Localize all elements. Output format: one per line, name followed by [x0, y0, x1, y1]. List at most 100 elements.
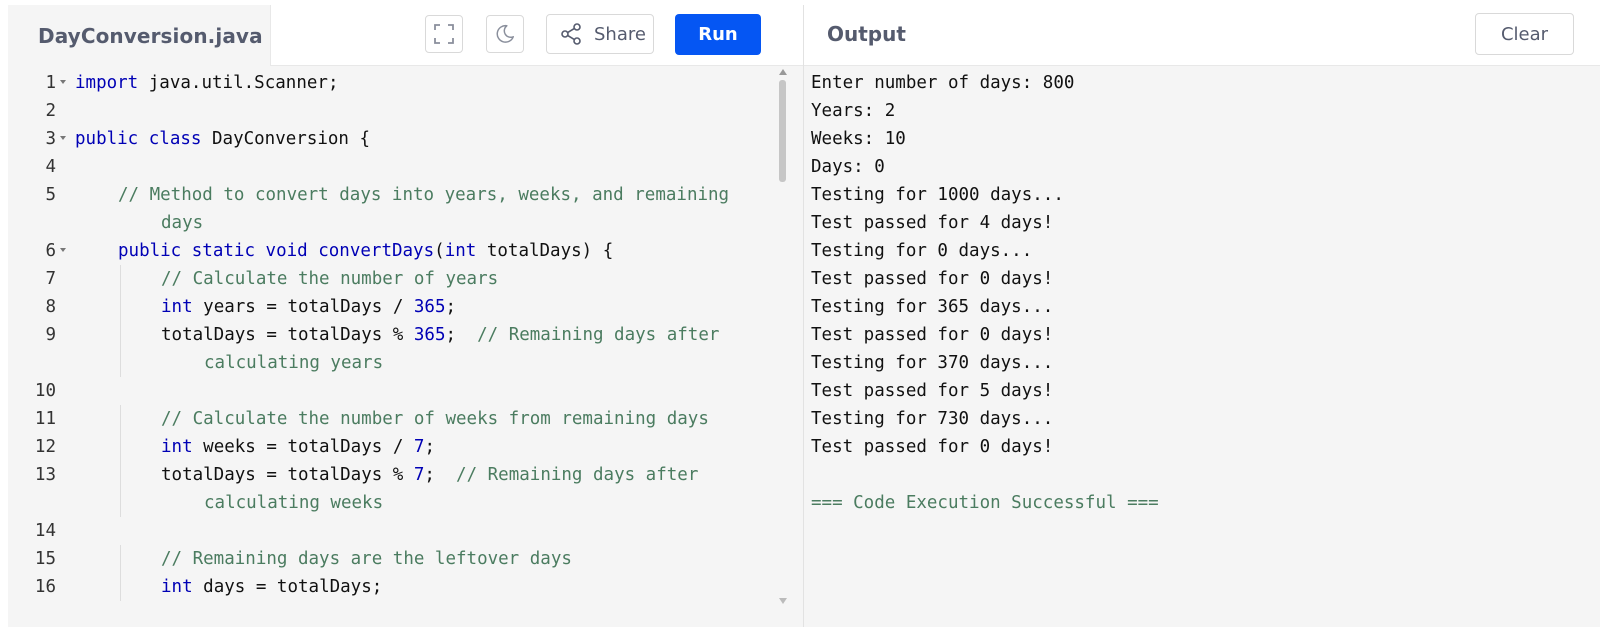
code-line[interactable]: 6 public static void convertDays(int tota…: [8, 237, 798, 265]
code-editor[interactable]: 1 import java.util.Scanner; 2 3 public class…: [8, 66, 803, 627]
indent-guide: [120, 433, 121, 461]
code-text: public class DayConversion {: [75, 129, 371, 149]
output-line: Test passed for 5 days!: [811, 381, 1054, 401]
code-line[interactable]: 12 int weeks = totalDays / 7;: [8, 433, 798, 461]
code-comment: // Calculate the number of weeks from re…: [161, 409, 709, 429]
code-line[interactable]: 16 int days = totalDays;: [8, 573, 798, 601]
line-number: 2: [45, 101, 56, 121]
file-tab[interactable]: DayConversion.java: [8, 5, 271, 66]
code-text: // Method to convert days into years, we…: [118, 181, 729, 209]
code-text: public static void convertDays(int total…: [118, 241, 614, 261]
line-number: 4: [45, 157, 56, 177]
code-line[interactable]: days: [8, 209, 798, 237]
code-comment: calculating years: [204, 353, 384, 373]
indent-guide: [120, 545, 121, 573]
output-pane: Output Clear Enter number of days: 800 Ye…: [803, 5, 1600, 627]
line-number: 14: [34, 521, 56, 541]
code-text: import java.util.Scanner;: [75, 73, 339, 93]
line-number: 8: [45, 297, 56, 317]
clear-label: Clear: [1500, 23, 1549, 45]
run-label: Run: [698, 24, 738, 45]
fullscreen-icon: [434, 24, 454, 44]
output-line: Test passed for 0 days!: [811, 325, 1054, 345]
code-text: // Calculate the number of weeks from re…: [161, 405, 709, 433]
output-title: Output: [827, 22, 906, 46]
line-number: 13: [34, 465, 56, 485]
output-line: Enter number of days: 800: [811, 73, 1075, 93]
line-number: 3: [45, 129, 56, 149]
output-line: Testing for 370 days...: [811, 353, 1054, 373]
indent-guide: [120, 265, 121, 293]
output-line: Test passed for 0 days!: [811, 437, 1054, 457]
code-line[interactable]: 4: [8, 153, 798, 181]
code-line[interactable]: 7 // Calculate the number of years: [8, 265, 798, 293]
code-line[interactable]: 15 // Remaining days are the leftover day…: [8, 545, 798, 573]
code-line[interactable]: 13 totalDays = totalDays % 7; // Remainin…: [8, 461, 798, 489]
fullscreen-button[interactable]: [425, 15, 463, 53]
output-header: Output Clear: [804, 5, 1600, 66]
indent-guide: [120, 489, 121, 517]
line-number: 16: [34, 577, 56, 597]
code-comment: calculating weeks: [204, 493, 384, 513]
code-comment: // Remaining days after: [456, 465, 699, 485]
run-button[interactable]: Run: [675, 14, 761, 55]
fold-arrow-icon[interactable]: [60, 80, 66, 84]
theme-toggle-button[interactable]: [486, 15, 524, 53]
share-button[interactable]: Share: [546, 14, 654, 54]
editor-pane: DayConversion.java Share Run 1 import ja…: [8, 5, 803, 627]
output-line: Testing for 1000 days...: [811, 185, 1064, 205]
code-line[interactable]: 5 // Method to convert days into years, w…: [8, 181, 798, 209]
fold-arrow-icon[interactable]: [60, 248, 66, 252]
code-comment: // Remaining days are the leftover days: [161, 549, 572, 569]
output-line: Testing for 730 days...: [811, 409, 1054, 429]
code-line[interactable]: 8 int years = totalDays / 365;: [8, 293, 798, 321]
line-number: 5: [45, 185, 56, 205]
line-number: 6: [45, 241, 56, 261]
output-line: Testing for 0 days...: [811, 241, 1033, 261]
output-line: Test passed for 0 days!: [811, 269, 1054, 289]
code-line[interactable]: 10: [8, 377, 798, 405]
code-text: totalDays = totalDays % 365; // Remainin…: [161, 325, 720, 345]
execution-status: === Code Execution Successful ===: [811, 493, 1159, 513]
output-line: Years: 2: [811, 101, 896, 121]
code-text: // Remaining days are the leftover days: [161, 545, 572, 573]
indent-guide: [120, 461, 121, 489]
code-line[interactable]: 2: [8, 97, 798, 125]
code-comment: // Calculate the number of years: [161, 269, 499, 289]
code-line[interactable]: 9 totalDays = totalDays % 365; // Remaini…: [8, 321, 798, 349]
output-line: Days: 0: [811, 157, 885, 177]
code-line[interactable]: 1 import java.util.Scanner;: [8, 69, 798, 97]
code-comment: days: [161, 213, 204, 233]
code-line[interactable]: 11 // Calculate the number of weeks from …: [8, 405, 798, 433]
share-label: Share: [594, 23, 646, 45]
indent-guide: [120, 349, 121, 377]
fold-arrow-icon[interactable]: [60, 136, 66, 140]
line-number: 15: [34, 549, 56, 569]
code-text: calculating years: [204, 349, 383, 377]
code-text: int years = totalDays / 365;: [161, 297, 457, 317]
indent-guide: [120, 293, 121, 321]
code-line[interactable]: calculating weeks: [8, 489, 798, 517]
line-number: 11: [34, 409, 56, 429]
share-icon: [561, 23, 581, 45]
line-number: 1: [45, 73, 56, 93]
code-text: int days = totalDays;: [161, 577, 383, 597]
line-number: 10: [34, 381, 56, 401]
code-text: // Calculate the number of years: [161, 265, 498, 293]
code-line[interactable]: calculating years: [8, 349, 798, 377]
code-text: int weeks = totalDays / 7;: [161, 437, 435, 457]
code-line[interactable]: 14: [8, 517, 798, 545]
output-line: Test passed for 4 days!: [811, 213, 1054, 233]
code-text: totalDays = totalDays % 7; // Remaining …: [161, 465, 699, 485]
clear-button[interactable]: Clear: [1475, 13, 1574, 55]
file-name: DayConversion.java: [38, 24, 263, 48]
line-number: 9: [45, 325, 56, 345]
line-number: 7: [45, 269, 56, 289]
indent-guide: [120, 405, 121, 433]
editor-toolbar: DayConversion.java Share Run: [8, 5, 803, 66]
line-number: 12: [34, 437, 56, 457]
output-line: Weeks: 10: [811, 129, 906, 149]
code-line[interactable]: 3 public class DayConversion {: [8, 125, 798, 153]
code-comment: // Remaining days after: [477, 325, 720, 345]
code-text: days: [161, 209, 203, 237]
